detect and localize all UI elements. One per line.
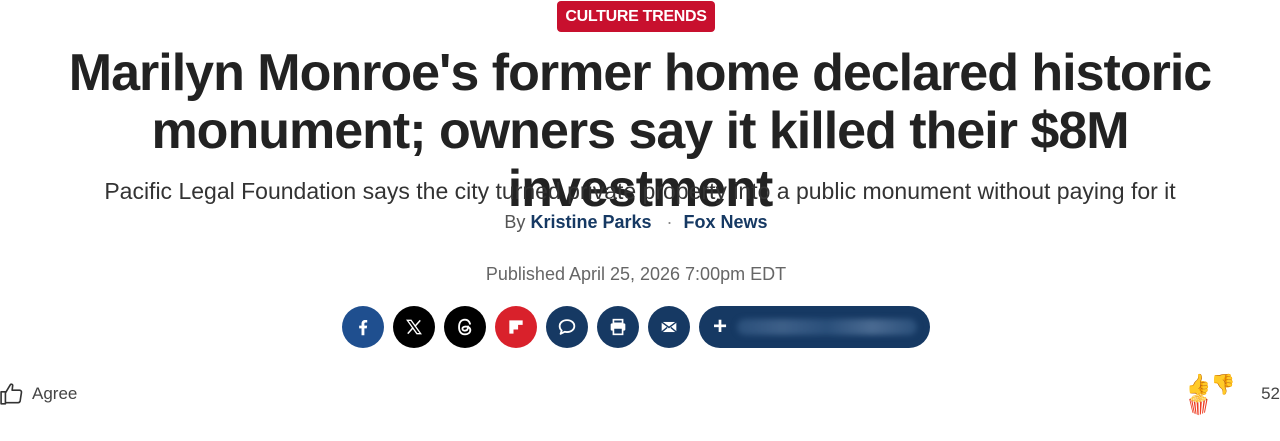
email-icon [661, 321, 677, 333]
agree-button[interactable]: Agree [0, 379, 77, 409]
share-x-button[interactable] [393, 306, 435, 348]
published-date: Published April 25, 2026 7:00pm EDT [485, 264, 787, 284]
author-link[interactable]: Kristine Parks [530, 212, 651, 232]
flipboard-icon [509, 320, 523, 334]
reaction-emojis: 👍👎🍿 [1186, 372, 1236, 416]
blurred-label [737, 319, 918, 335]
threads-icon [458, 318, 472, 336]
comments-button[interactable] [546, 306, 588, 348]
outlet-link[interactable]: Fox News [684, 212, 768, 232]
byline-prefix: By [504, 212, 526, 232]
comment-icon [558, 319, 576, 335]
byline: By Kristine Parks · Fox News [0, 210, 1272, 234]
more-share-button[interactable]: + [699, 306, 930, 348]
print-button[interactable] [597, 306, 639, 348]
thumbs-up-icon [0, 383, 23, 405]
facebook-icon [359, 319, 368, 336]
reactions-summary[interactable]: 👍👎🍿 52 [1186, 374, 1280, 414]
agree-label: Agree [32, 384, 78, 403]
x-icon [406, 319, 422, 335]
share-threads-button[interactable] [444, 306, 486, 348]
share-flipboard-button[interactable] [495, 306, 537, 348]
email-button[interactable] [648, 306, 690, 348]
print-icon [610, 318, 626, 336]
category-badge[interactable]: CULTURE TRENDS [557, 1, 715, 32]
article-subheadline: Pacific Legal Foundation says the city t… [104, 178, 1176, 204]
share-bar: + [342, 306, 930, 348]
plus-icon: + [713, 313, 728, 340]
share-facebook-button[interactable] [342, 306, 384, 348]
byline-separator: · [666, 212, 673, 232]
reaction-count: 52 [1261, 384, 1280, 403]
